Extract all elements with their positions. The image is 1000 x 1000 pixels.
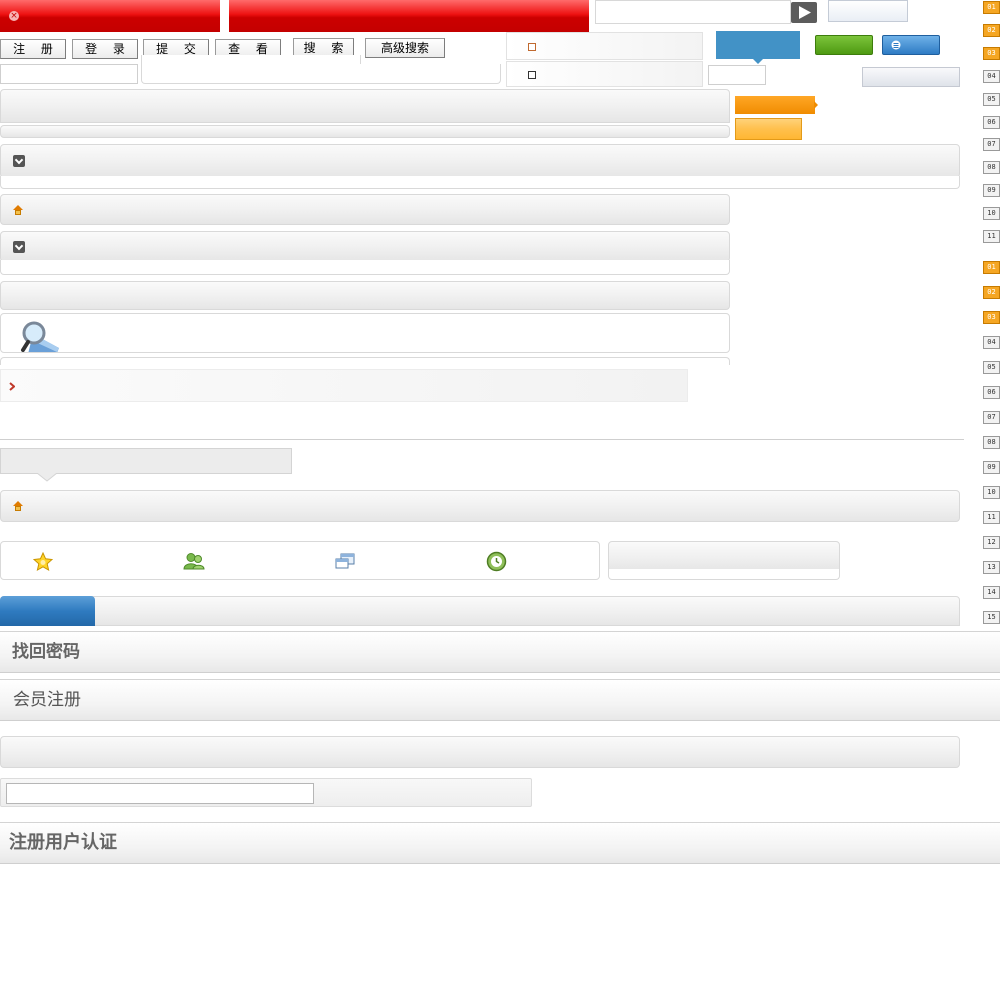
users-icon[interactable]: [183, 552, 205, 571]
chevron-down-icon[interactable]: [13, 155, 25, 167]
page-number-icon[interactable]: 11: [983, 230, 1000, 243]
page-number-icon[interactable]: 03: [983, 311, 1000, 324]
side-panel-footer: [608, 569, 840, 580]
collapsible-body-full: [0, 176, 960, 189]
rounded-field-3[interactable]: [141, 64, 501, 84]
page-number-icon[interactable]: 12: [983, 536, 1000, 549]
page-number-icon[interactable]: 08: [983, 161, 1000, 175]
blank-small-button[interactable]: [828, 0, 908, 22]
blue-callout-button[interactable]: [716, 31, 800, 64]
play-arrow-icon: [799, 6, 811, 19]
page-number-icon[interactable]: 10: [983, 486, 1000, 499]
register-form-bar: [0, 736, 960, 768]
search-input[interactable]: [595, 0, 791, 24]
magnifier-icon: [21, 321, 59, 352]
page-number-icon[interactable]: 07: [983, 411, 1000, 424]
page-number-icon[interactable]: 06: [983, 386, 1000, 399]
tab-bar: [0, 596, 960, 626]
history-icon[interactable]: [486, 551, 507, 572]
register-input-row: [0, 778, 532, 807]
page-number-icon[interactable]: 05: [983, 361, 1000, 374]
user-verify-title: 注册用户认证: [9, 832, 117, 853]
page-number-icon[interactable]: 07: [983, 138, 1000, 152]
collapsible-bar[interactable]: [0, 231, 730, 262]
search-tip-panel: [0, 313, 730, 353]
star-icon[interactable]: [33, 552, 53, 571]
tooltip-pointer: [37, 473, 57, 482]
plain-panel: [0, 281, 730, 310]
collapsible-bar-full[interactable]: [0, 144, 960, 178]
checkbox-row-2[interactable]: [506, 61, 703, 87]
home-icon: [13, 205, 23, 215]
chevron-right-icon: [9, 382, 15, 391]
arrow-tip: [814, 101, 818, 109]
checkbox-1[interactable]: [528, 43, 536, 51]
collapsible-body: [0, 260, 730, 275]
page-number-icon[interactable]: 08: [983, 436, 1000, 449]
page-number-icon[interactable]: 13: [983, 561, 1000, 574]
user-verify-section: 注册用户认证: [0, 822, 1000, 864]
page-number-icon[interactable]: 09: [983, 461, 1000, 474]
windows-icon[interactable]: [335, 553, 355, 570]
checkbox-row-1[interactable]: [506, 32, 703, 60]
register-button[interactable]: 注 册: [0, 39, 66, 59]
page-number-icon[interactable]: 01: [983, 261, 1000, 274]
checkbox-2[interactable]: [528, 71, 536, 79]
page-number-icon[interactable]: 14: [983, 586, 1000, 599]
small-text-field[interactable]: [708, 65, 766, 85]
tooltip-box: [0, 448, 292, 482]
content-panel-large: [0, 89, 730, 123]
blue-icon-button[interactable]: [882, 35, 940, 55]
list-icon: [891, 40, 901, 50]
page-number-icon[interactable]: 03: [983, 46, 1000, 60]
tab-active[interactable]: [0, 596, 95, 626]
page-number-icon[interactable]: 04: [983, 336, 1000, 349]
content-panel-strip: [0, 125, 730, 138]
page-number-icon[interactable]: 15: [983, 611, 1000, 624]
member-register-title: 会员注册: [13, 690, 81, 710]
red-header-bar-left: ×: [0, 0, 220, 32]
red-header-bar-right: [229, 0, 589, 32]
home-icon: [13, 501, 23, 511]
divider: [0, 439, 964, 440]
close-icon[interactable]: ×: [9, 11, 19, 21]
home-bar-full[interactable]: [0, 490, 960, 522]
page-number-icon[interactable]: 05: [983, 92, 1000, 106]
page-number-icon[interactable]: 02: [983, 286, 1000, 299]
page-number-icon[interactable]: 04: [983, 69, 1000, 83]
orange-arrow-button[interactable]: [735, 96, 818, 114]
gray-bar-button[interactable]: [862, 67, 960, 87]
find-password-title: 找回密码: [12, 642, 80, 662]
advanced-search-button[interactable]: 高级搜索: [365, 38, 445, 58]
home-bar[interactable]: [0, 194, 730, 225]
find-password-section: 找回密码: [0, 631, 1000, 673]
quick-links-panel: [0, 541, 600, 580]
register-input[interactable]: [6, 783, 314, 804]
green-button[interactable]: [815, 35, 873, 55]
page-number-icon[interactable]: 09: [983, 184, 1000, 198]
member-register-section: 会员注册: [0, 679, 1000, 721]
search-submit-button[interactable]: [791, 2, 817, 23]
page-number-icon[interactable]: 10: [983, 207, 1000, 221]
side-panel: [608, 541, 840, 571]
login-button[interactable]: 登 录: [72, 39, 138, 59]
callout-pointer: [752, 58, 764, 64]
page-number-icon[interactable]: 11: [983, 511, 1000, 524]
panel-edge: [0, 357, 730, 365]
text-field-1[interactable]: [0, 64, 138, 84]
page-number-icon[interactable]: 02: [983, 23, 1000, 37]
page-number-icon[interactable]: 01: [983, 1, 1000, 14]
arrow-list-row[interactable]: [0, 369, 688, 402]
chevron-down-icon[interactable]: [13, 241, 25, 253]
orange-light-button[interactable]: [735, 118, 802, 140]
page-number-icon[interactable]: 06: [983, 115, 1000, 129]
